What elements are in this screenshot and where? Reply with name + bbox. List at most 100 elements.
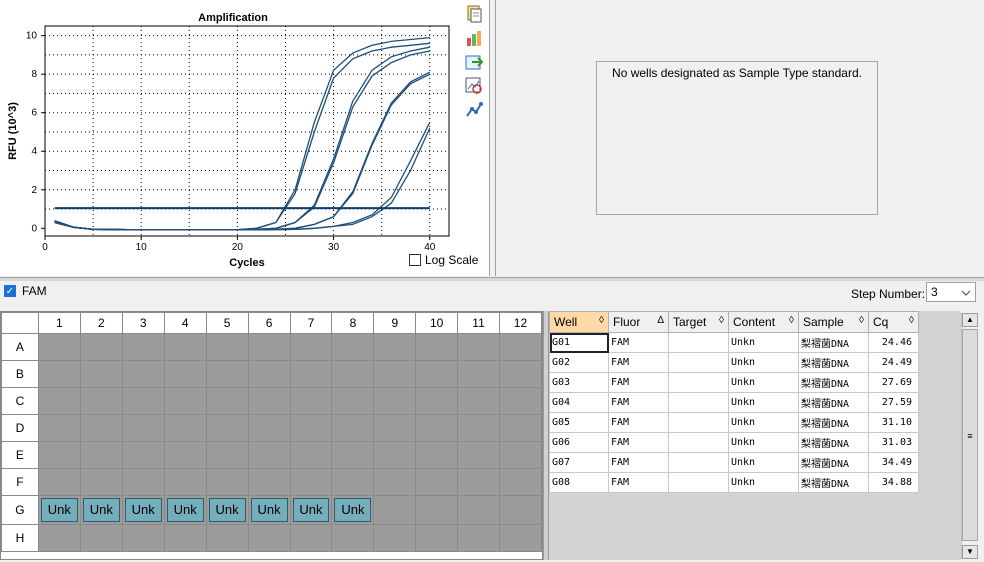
plate-well[interactable] bbox=[247, 524, 291, 552]
plate-row-header[interactable]: G bbox=[1, 495, 39, 525]
table-header-content[interactable]: Content ◊ bbox=[728, 311, 799, 333]
table-cell-content[interactable]: Unkn bbox=[728, 472, 799, 493]
table-cell-content[interactable]: Unkn bbox=[728, 372, 799, 393]
table-header-well[interactable]: Well ◊ bbox=[549, 311, 609, 333]
table-cell-cq[interactable]: 27.69 bbox=[868, 372, 919, 393]
plate-well[interactable] bbox=[289, 333, 333, 361]
plate-well[interactable] bbox=[331, 387, 375, 415]
plate-well[interactable] bbox=[498, 495, 543, 525]
sort-icon[interactable]: ◊ bbox=[909, 315, 914, 326]
table-cell-cq[interactable]: 31.03 bbox=[868, 432, 919, 453]
plate-well[interactable] bbox=[121, 360, 165, 388]
plate-well[interactable] bbox=[79, 468, 123, 496]
plot-toggle-icon[interactable] bbox=[464, 100, 484, 120]
plate-well[interactable] bbox=[247, 360, 291, 388]
plate-well[interactable] bbox=[163, 524, 207, 552]
table-header-fluor[interactable]: Fluor Δ bbox=[608, 311, 669, 333]
table-cell-fluor[interactable]: FAM bbox=[608, 412, 669, 433]
plate-well[interactable] bbox=[163, 387, 207, 415]
plate-well[interactable] bbox=[163, 333, 207, 361]
plate-well[interactable] bbox=[205, 360, 249, 388]
table-cell-cq[interactable]: 24.49 bbox=[868, 352, 919, 373]
plate-well[interactable] bbox=[373, 414, 417, 442]
plate-row-header[interactable]: B bbox=[1, 360, 39, 388]
table-cell-content[interactable]: Unkn bbox=[728, 332, 799, 353]
plate-well[interactable] bbox=[205, 524, 249, 552]
plate-column-header[interactable]: 8 bbox=[331, 312, 375, 334]
scroll-thumb[interactable]: ≡ bbox=[962, 329, 978, 541]
table-row[interactable]: G04 FAM Unkn 梨褶菌DNA 27.59 bbox=[549, 392, 919, 413]
plate-well[interactable] bbox=[163, 414, 207, 442]
plate-well[interactable] bbox=[457, 387, 500, 415]
plate-well[interactable] bbox=[121, 387, 165, 415]
plate-well[interactable] bbox=[457, 524, 500, 552]
plate-well[interactable] bbox=[79, 524, 123, 552]
plate-well[interactable] bbox=[331, 441, 375, 469]
plate-well[interactable]: Unk bbox=[121, 495, 165, 525]
plate-column-header[interactable]: 6 bbox=[247, 312, 291, 334]
table-header-cq[interactable]: Cq ◊ bbox=[868, 311, 919, 333]
plate-well[interactable] bbox=[205, 387, 249, 415]
table-cell-sample[interactable]: 梨褶菌DNA bbox=[798, 392, 869, 413]
plate-well[interactable] bbox=[331, 333, 375, 361]
table-cell-cq[interactable]: 34.49 bbox=[868, 452, 919, 473]
table-row[interactable]: G05 FAM Unkn 梨褶菌DNA 31.10 bbox=[549, 412, 919, 433]
table-cell-target[interactable] bbox=[668, 352, 729, 373]
table-cell-content[interactable]: Unkn bbox=[728, 432, 799, 453]
table-row[interactable]: G08 FAM Unkn 梨褶菌DNA 34.88 bbox=[549, 472, 919, 493]
plate-well[interactable] bbox=[247, 441, 291, 469]
plate-well[interactable] bbox=[37, 333, 81, 361]
sort-icon[interactable]: Δ bbox=[657, 315, 664, 326]
table-cell-fluor[interactable]: FAM bbox=[608, 472, 669, 493]
plate-well[interactable]: Unk bbox=[289, 495, 333, 525]
plate-row-header[interactable]: H bbox=[1, 524, 39, 552]
table-row[interactable]: G02 FAM Unkn 梨褶菌DNA 24.49 bbox=[549, 352, 919, 373]
plate-well[interactable] bbox=[498, 387, 543, 415]
table-cell-cq[interactable]: 24.46 bbox=[868, 332, 919, 353]
plate-well[interactable] bbox=[498, 414, 543, 442]
plate-well[interactable] bbox=[498, 468, 543, 496]
plate-well[interactable] bbox=[37, 414, 81, 442]
table-cell-content[interactable]: Unkn bbox=[728, 452, 799, 473]
table-cell-target[interactable] bbox=[668, 452, 729, 473]
plate-row-header[interactable]: E bbox=[1, 441, 39, 469]
scroll-up-button[interactable]: ▲ bbox=[962, 313, 978, 327]
plate-well[interactable] bbox=[79, 333, 123, 361]
table-cell-content[interactable]: Unkn bbox=[728, 412, 799, 433]
plate-well[interactable]: Unk bbox=[163, 495, 207, 525]
table-cell-target[interactable] bbox=[668, 412, 729, 433]
table-cell-target[interactable] bbox=[668, 372, 729, 393]
plate-well[interactable] bbox=[205, 333, 249, 361]
plate-row-header[interactable]: D bbox=[1, 414, 39, 442]
plate-well[interactable] bbox=[205, 468, 249, 496]
scroll-down-button[interactable]: ▼ bbox=[962, 545, 978, 559]
plate-column-header[interactable]: 10 bbox=[415, 312, 459, 334]
plate-column-header[interactable]: 5 bbox=[205, 312, 249, 334]
plate-well[interactable] bbox=[373, 441, 417, 469]
plate-well[interactable] bbox=[373, 360, 417, 388]
table-cell-cq[interactable]: 31.10 bbox=[868, 412, 919, 433]
plate-well[interactable]: Unk bbox=[37, 495, 81, 525]
sort-icon[interactable]: ◊ bbox=[719, 315, 724, 326]
fam-checkbox[interactable]: ✓ bbox=[4, 285, 16, 297]
plate-well[interactable] bbox=[37, 468, 81, 496]
table-cell-well[interactable]: G03 bbox=[549, 372, 609, 393]
plate-well[interactable] bbox=[457, 414, 500, 442]
plate-well[interactable] bbox=[415, 495, 459, 525]
table-cell-cq[interactable]: 34.88 bbox=[868, 472, 919, 493]
plate-well[interactable] bbox=[289, 441, 333, 469]
plate-column-header[interactable]: 2 bbox=[79, 312, 123, 334]
table-cell-well[interactable]: G02 bbox=[549, 352, 609, 373]
plate-well[interactable] bbox=[457, 495, 500, 525]
plate-row-header[interactable]: F bbox=[1, 468, 39, 496]
plate-well[interactable] bbox=[457, 468, 500, 496]
plate-column-header[interactable]: 1 bbox=[37, 312, 81, 334]
plate-well[interactable] bbox=[457, 333, 500, 361]
plate-well[interactable] bbox=[121, 441, 165, 469]
table-cell-fluor[interactable]: FAM bbox=[608, 372, 669, 393]
copy-icon[interactable] bbox=[464, 4, 484, 24]
plate-well[interactable] bbox=[289, 414, 333, 442]
plate-well[interactable] bbox=[457, 441, 500, 469]
plate-well[interactable] bbox=[79, 441, 123, 469]
plate-well[interactable] bbox=[373, 387, 417, 415]
